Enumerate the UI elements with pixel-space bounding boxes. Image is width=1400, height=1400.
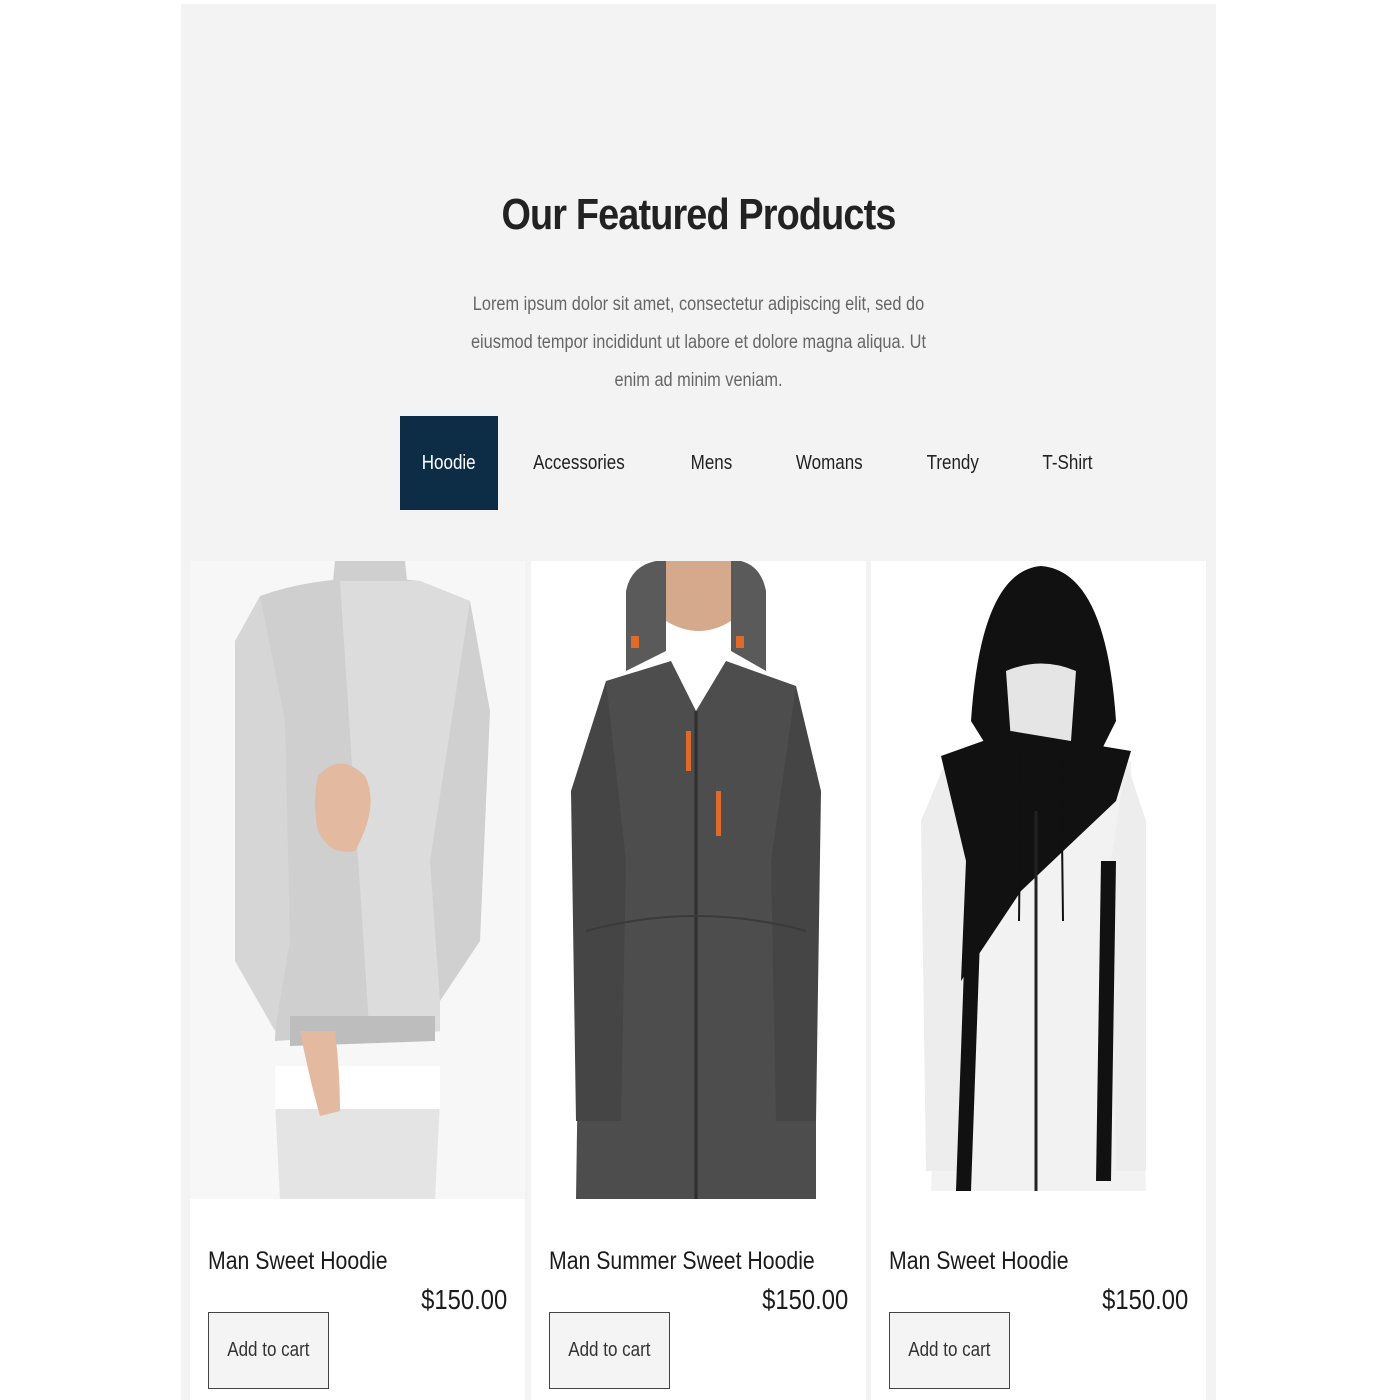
product-name[interactable]: Man Summer Sweet Hoodie [549,1247,815,1276]
product-card[interactable]: Man Summer Sweet Hoodie $150.00 Add to c… [531,561,866,1400]
product-price: $150.00 [1101,1284,1188,1315]
tab-trendy[interactable]: Trendy [895,416,1011,510]
product-grid: Man Sweet Hoodie $150.00 Add to cart Man… [190,561,1206,1400]
category-tabs: Hoodie Accessories Mens Womans Trendy T-… [400,416,1124,510]
product-price: $150.00 [761,1284,848,1315]
tab-hoodie[interactable]: Hoodie [400,416,498,510]
product-image-grey-sweatshirt[interactable] [190,561,525,1199]
add-to-cart-button[interactable]: Add to cart [889,1312,1010,1389]
tab-mens[interactable]: Mens [660,416,763,510]
product-card[interactable]: Man Sweet Hoodie $150.00 Add to cart [871,561,1206,1400]
product-image-dark-grey-zip-hoodie[interactable] [531,561,866,1199]
add-to-cart-button[interactable]: Add to cart [549,1312,670,1389]
section-title: Our Featured Products [501,190,896,239]
product-name[interactable]: Man Sweet Hoodie [208,1247,388,1276]
product-card[interactable]: Man Sweet Hoodie $150.00 Add to cart [190,561,525,1400]
product-price: $150.00 [420,1284,507,1315]
add-to-cart-button[interactable]: Add to cart [208,1312,329,1389]
product-name[interactable]: Man Sweet Hoodie [889,1247,1069,1276]
product-image-black-white-zip-hoodie[interactable] [871,561,1206,1199]
section-description: Lorem ipsum dolor sit amet, consectetur … [470,294,927,391]
tab-womans[interactable]: Womans [763,416,896,510]
tab-t-shirt[interactable]: T-Shirt [1011,416,1124,510]
tab-accessories[interactable]: Accessories [498,416,660,510]
